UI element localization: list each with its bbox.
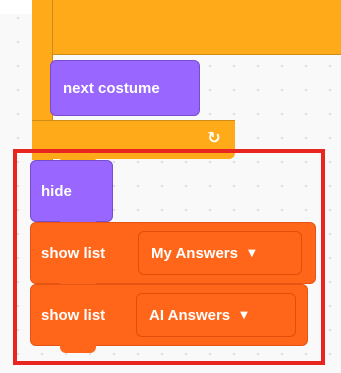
list-dropdown-my-answers[interactable]: My Answers ▼ — [138, 231, 302, 275]
control-block-top[interactable] — [32, 0, 341, 55]
chevron-down-icon: ▼ — [247, 247, 256, 259]
show-list-label: show list — [41, 306, 106, 324]
next-costume-block[interactable]: next costume — [50, 60, 200, 116]
dropdown-value: My Answers — [151, 244, 238, 262]
show-list-label: show list — [41, 244, 106, 262]
repeat-arrow-icon: ↻ — [207, 128, 221, 147]
dropdown-value: AI Answers — [149, 306, 231, 324]
hide-label: hide — [41, 182, 72, 200]
hide-block[interactable]: hide — [30, 160, 113, 222]
list-dropdown-ai-answers[interactable]: AI Answers ▼ — [136, 293, 296, 337]
next-costume-label: next costume — [63, 79, 160, 97]
block-connector-tab — [60, 345, 96, 353]
chevron-down-icon: ▼ — [240, 309, 248, 321]
